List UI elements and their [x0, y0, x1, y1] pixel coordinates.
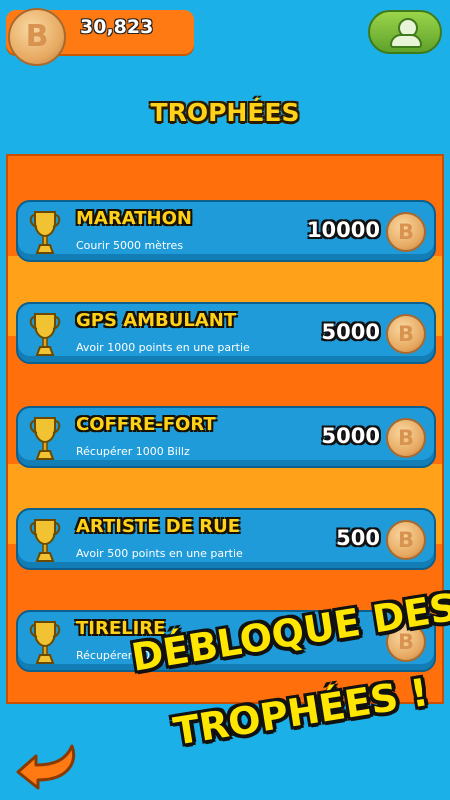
billz-coin-icon: B [386, 212, 426, 252]
trophy-row[interactable]: MARATHON Courir 5000 mètres 10000 B [16, 200, 436, 262]
coin-symbol: B [397, 528, 414, 552]
page-title: TROPHÉES [150, 98, 300, 127]
billz-coin-icon: B [386, 418, 426, 458]
trophy-icon [29, 211, 61, 254]
trophy-icon [29, 313, 61, 356]
trophy-description: Avoir 1000 points en une partie [76, 341, 250, 354]
trophy-name: GPS AMBULANT [76, 310, 237, 331]
profile-button[interactable] [368, 10, 442, 54]
trophy-row[interactable]: COFFRE-FORT Récupérer 1000 Billz 5000 B [16, 406, 436, 468]
promo-banner: DÉBLOQUE DES TROPHÉES ! [128, 585, 450, 796]
trophy-name: MARATHON [76, 208, 192, 229]
trophy-icon [29, 417, 61, 460]
trophy-icon [29, 621, 61, 664]
trophy-reward: 5000 [321, 320, 380, 344]
promo-line-2: TROPHÉES ! [170, 670, 432, 754]
trophy-description: Récupérer 1000 Billz [76, 445, 190, 458]
coin-count: 30,823 [80, 16, 154, 38]
coin-symbol: B [397, 220, 414, 244]
trophy-reward: 5000 [321, 424, 380, 448]
trophy-reward: 10000 [306, 218, 380, 242]
trophy-description: Courir 5000 mètres [76, 239, 184, 252]
trophy-row[interactable]: ARTISTE DE RUE Avoir 500 points en une p… [16, 508, 436, 570]
trophy-row[interactable]: GPS AMBULANT Avoir 1000 points en une pa… [16, 302, 436, 364]
billz-coin-icon: B [386, 314, 426, 354]
coin-symbol: B [397, 426, 414, 450]
back-arrow-icon[interactable] [14, 738, 82, 790]
trophy-icon [29, 519, 61, 562]
trophy-reward: 500 [336, 526, 380, 550]
trophy-name: ARTISTE DE RUE [76, 516, 241, 537]
coin-symbol: B [25, 19, 49, 54]
coin-symbol: B [397, 322, 414, 346]
billz-coin-icon: B [386, 520, 426, 560]
trophy-name: COFFRE-FORT [76, 414, 216, 435]
trophy-description: Avoir 500 points en une partie [76, 547, 243, 560]
billz-coin-icon: B [8, 8, 66, 66]
